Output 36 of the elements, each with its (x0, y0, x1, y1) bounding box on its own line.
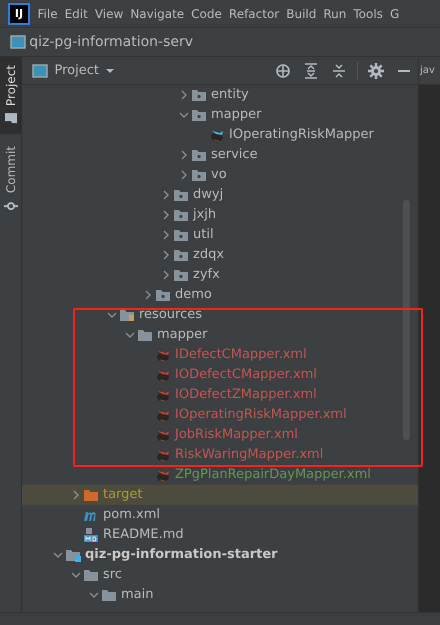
menu-item[interactable]: Navigate (126, 4, 188, 22)
tree-item-label[interactable]: target (103, 485, 143, 505)
tree-item-label[interactable]: resources (139, 305, 202, 325)
tree-item-label[interactable]: main (121, 585, 154, 605)
tree-item-label[interactable]: mapper (211, 105, 262, 125)
menu-item[interactable]: View (91, 4, 127, 22)
tree-item-label[interactable]: ZPgPlanRepairDayMapper.xml (175, 465, 371, 485)
tree-item-label[interactable]: service (211, 145, 258, 165)
tree-item-label[interactable]: demo (175, 285, 212, 305)
side-tab[interactable]: Project (0, 57, 22, 134)
tree-item-label[interactable]: mapper (157, 325, 208, 345)
tree-item-label[interactable]: jxjh (193, 205, 216, 225)
tree-item-label[interactable]: src (103, 565, 122, 585)
tree-item-label[interactable]: util (193, 225, 214, 245)
menu-item[interactable]: Build (282, 4, 320, 22)
menu-item[interactable]: Run (320, 4, 350, 22)
tree-item-label[interactable]: pom.xml (103, 505, 160, 525)
menu-item[interactable]: Tools (350, 4, 386, 22)
tree-item-label[interactable]: zyfx (193, 265, 220, 285)
menu-item[interactable]: G (386, 4, 403, 22)
project-name[interactable]: qiz-pg-information-serv (29, 32, 194, 52)
menu-item[interactable]: Edit (61, 4, 92, 22)
side-tab[interactable]: Commit (0, 138, 22, 222)
app-logo: IJ (8, 2, 30, 24)
menu-item[interactable]: Refactor (225, 4, 283, 22)
menu-item[interactable]: Code (188, 4, 226, 22)
menu-item[interactable]: File (34, 4, 62, 22)
tree-item-label[interactable]: dwyj (193, 185, 224, 205)
tree-item-label[interactable]: README.md (103, 525, 184, 545)
editor-tab[interactable]: jav (419, 57, 440, 85)
tree-item-label[interactable]: qiz-pg-information-starter (85, 545, 278, 565)
tree-item-label[interactable]: IOperatingRiskMapper (229, 125, 374, 145)
tree-item-label[interactable]: vo (211, 165, 227, 185)
panel-title[interactable]: Project (54, 60, 99, 80)
tree-item-label[interactable]: zdqx (193, 245, 224, 265)
tree-item-label[interactable]: entity (211, 85, 249, 105)
